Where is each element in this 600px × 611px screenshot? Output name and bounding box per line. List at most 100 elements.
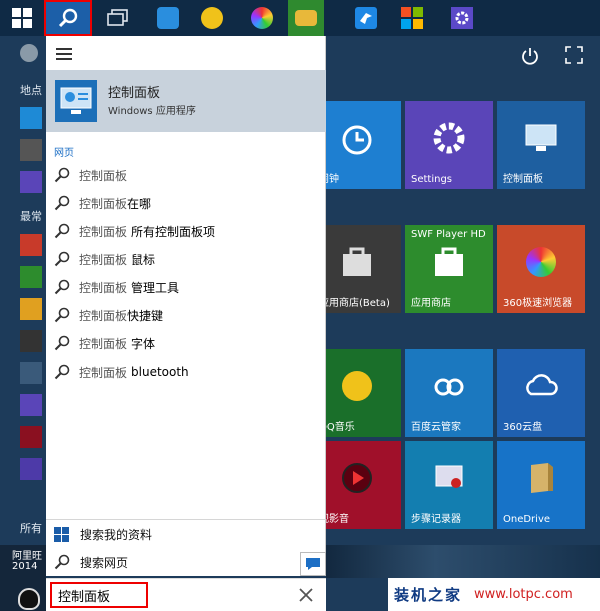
search-my-stuff-button[interactable]: 搜索我的资料 <box>54 522 152 546</box>
left-frequent-app-7[interactable] <box>20 426 42 448</box>
suggestion-completion: bluetooth <box>131 365 189 379</box>
desktop-wallpaper-strip <box>326 545 600 578</box>
left-frequent-app-4[interactable] <box>20 330 42 352</box>
web-suggestion[interactable]: 控制面板 <box>54 163 319 187</box>
tile-label: 百度云管家 <box>411 422 461 433</box>
hamburger-menu-icon[interactable] <box>56 48 72 60</box>
watermark: 装机之家 www.lotpc.com <box>388 578 600 611</box>
qq-music-icon <box>342 370 372 401</box>
web-section-heading: 网页 <box>54 148 74 159</box>
places-label: 地点 <box>20 84 42 97</box>
settings-icon <box>451 7 473 29</box>
speech-bubble-icon <box>306 558 320 570</box>
frequent-label: 最常 <box>20 210 42 223</box>
web-suggestion[interactable]: 控制面板 鼠标 <box>54 247 319 271</box>
start-button[interactable] <box>0 0 44 36</box>
search-icon <box>54 167 70 183</box>
web-suggestion[interactable]: 控制面板 管理工具 <box>54 275 319 299</box>
tile-alarm[interactable]: 闹钟 <box>313 101 401 189</box>
search-icon <box>58 8 78 28</box>
taskbar-app-360[interactable] <box>240 0 284 36</box>
tile-video[interactable]: 视影音 <box>313 441 401 529</box>
tile-label: 360极速浏览器 <box>503 298 573 309</box>
web-suggestion[interactable]: 控制面板 bluetooth <box>54 360 319 384</box>
left-frequent-app-2[interactable] <box>20 266 42 288</box>
tile-settings[interactable]: Settings <box>405 101 493 189</box>
suggestion-completion: 鼠标 <box>131 252 156 267</box>
close-icon[interactable] <box>296 585 316 605</box>
suggestion-completion: 管理工具 <box>131 280 180 295</box>
expand-icon[interactable] <box>565 46 583 64</box>
tile-baidu-cloud[interactable]: 百度云管家 <box>405 349 493 437</box>
control-panel-icon <box>525 124 557 151</box>
tile-360-cloud[interactable]: 360云盘 <box>497 349 585 437</box>
search-icon <box>54 554 70 570</box>
tile-store-beta[interactable]: 应用商店(Beta) <box>313 225 401 313</box>
tile-label: Settings <box>411 174 453 185</box>
taskbar-app-store[interactable] <box>390 0 434 36</box>
browser-360-icon <box>251 7 273 29</box>
feedback-button[interactable] <box>300 552 326 576</box>
folder-icon <box>295 10 317 26</box>
taskbar-search-button[interactable] <box>44 0 92 36</box>
search-input[interactable] <box>50 582 148 608</box>
web-suggestion[interactable]: 控制面板 快捷键 <box>54 303 319 327</box>
taskbar-app-qqmusic[interactable] <box>190 0 234 36</box>
windows-logo-icon <box>12 8 32 28</box>
gear-icon <box>433 122 465 154</box>
cloud-drive-icon <box>157 7 179 29</box>
suggestion-query: 控制面板 <box>79 365 128 380</box>
search-icon <box>54 307 70 323</box>
left-pinned-settings[interactable] <box>20 171 42 193</box>
all-apps-label[interactable]: 所有 <box>20 520 42 536</box>
suggestion-query: 控制面板 <box>79 252 128 267</box>
suggestion-query: 控制面板 <box>79 168 128 183</box>
left-frequent-app-8[interactable] <box>20 458 42 480</box>
taskbar-app-explorer[interactable] <box>288 0 324 36</box>
search-icon <box>54 223 70 239</box>
tile-qq-music[interactable]: QQ音乐 <box>313 349 401 437</box>
tile-store[interactable]: SWF Player HD 应用商店 <box>405 225 493 313</box>
suggestion-query: 控制面板 <box>79 308 128 323</box>
left-pinned-folder[interactable] <box>20 139 42 161</box>
tile-onedrive[interactable]: OneDrive <box>497 441 585 529</box>
suggestion-completion: 字体 <box>131 336 156 351</box>
tile-control-panel[interactable]: 控制面板 <box>497 101 585 189</box>
tile-360-browser[interactable]: 360极速浏览器 <box>497 225 585 313</box>
taskbar-app-settings[interactable] <box>440 0 484 36</box>
video-player-icon <box>342 462 372 493</box>
web-suggestion[interactable]: 控制面板 在哪 <box>54 191 319 215</box>
left-frequent-app-1[interactable] <box>20 234 42 256</box>
search-results-panel: 控制面板 Windows 应用程序 网页 控制面板 控制面板 在哪 控制面板 所… <box>46 36 326 576</box>
panel-divider <box>46 519 326 520</box>
shopping-bag-icon <box>343 247 371 276</box>
control-panel-glyph <box>60 87 92 114</box>
user-avatar[interactable] <box>20 44 38 62</box>
web-suggestion[interactable]: 控制面板 字体 <box>54 331 319 355</box>
left-frequent-app-6[interactable] <box>20 394 42 416</box>
watermark-brand: 装机之家 <box>394 586 463 604</box>
taskbar-app-cloud[interactable] <box>146 0 190 36</box>
taskbar-task-view[interactable] <box>96 0 140 36</box>
desktop-label-2: 2014 <box>12 561 38 572</box>
taskbar <box>0 0 600 36</box>
suggestion-query: 控制面板 <box>79 196 128 211</box>
windows-logo-icon <box>54 526 69 542</box>
tile-steps-recorder[interactable]: 步骤记录器 <box>405 441 493 529</box>
shopping-bag-icon <box>435 247 463 276</box>
best-match-result[interactable]: 控制面板 Windows 应用程序 <box>46 70 326 132</box>
cloud-icon <box>526 374 558 396</box>
left-frequent-app-3[interactable] <box>20 298 42 320</box>
left-frequent-app-5[interactable] <box>20 362 42 384</box>
power-icon[interactable] <box>520 46 540 66</box>
suggestion-query: 控制面板 <box>79 224 128 239</box>
left-pinned-photos[interactable] <box>20 107 42 129</box>
tile-label: 应用商店 <box>411 298 451 309</box>
taskbar-app-bird[interactable] <box>344 0 388 36</box>
web-suggestion[interactable]: 控制面板 所有控制面板项 <box>54 219 319 243</box>
qq-penguin-icon[interactable] <box>18 588 40 610</box>
onedrive-icon <box>531 462 553 493</box>
search-web-button[interactable]: 搜索网页 <box>54 550 128 574</box>
search-icon <box>54 251 70 267</box>
watermark-url: www.lotpc.com <box>474 587 573 602</box>
